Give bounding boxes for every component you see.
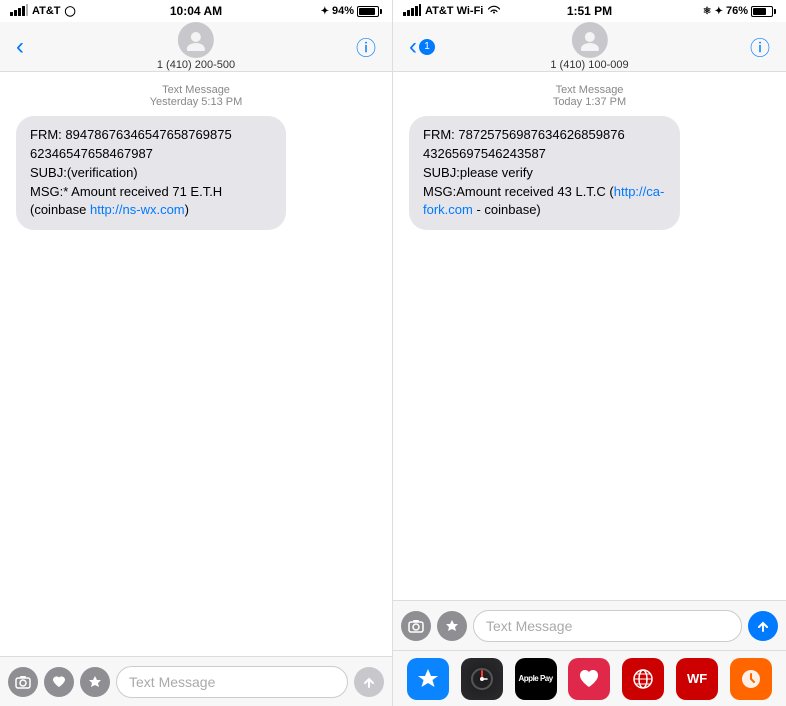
left-heartmsg-button[interactable] bbox=[44, 667, 74, 697]
dock-appstore-icon[interactable] bbox=[407, 658, 449, 700]
right-bubble-text: FRM: 78725756987634626859876 43265697546… bbox=[423, 127, 664, 217]
left-back-button[interactable]: ‹ bbox=[16, 33, 24, 61]
left-send-button[interactable] bbox=[354, 667, 384, 697]
right-nav-center: 1 (410) 100-009 bbox=[550, 22, 628, 71]
dock-applepay-icon[interactable]: Apple Pay bbox=[515, 658, 557, 700]
left-message-bubble: FRM: 89478676346547658769875 62346547658… bbox=[16, 116, 286, 230]
left-nav-bar: ‹ 1 (410) 200-500 ⓘ bbox=[0, 22, 392, 72]
right-wifi-icon bbox=[487, 5, 501, 18]
battery-icon bbox=[357, 6, 382, 17]
right-back-group: ‹ 1 bbox=[409, 33, 435, 61]
bluetooth-icon: ✦ bbox=[321, 6, 329, 17]
right-msg-time: Today 1:37 PM bbox=[409, 96, 770, 108]
right-status-carrier: AT&T Wi-Fi bbox=[403, 4, 501, 19]
left-msg-time: Yesterday 5:13 PM bbox=[16, 96, 376, 108]
right-battery-pct: 76% bbox=[726, 5, 748, 17]
left-status-carrier: AT&T ◯ bbox=[10, 4, 76, 19]
right-msg-type: Text Message bbox=[409, 84, 770, 96]
left-phone-panel: AT&T ◯ 10:04 AM ✦ 94% ‹ bbox=[0, 0, 393, 706]
right-status-bar: AT&T Wi-Fi 1:51 PM ⚛ ✦ 76% bbox=[393, 0, 786, 22]
right-time: 1:51 PM bbox=[567, 4, 612, 18]
right-message-area: Text Message Today 1:37 PM FRM: 78725756… bbox=[393, 72, 786, 600]
right-nav-bar: ‹ 1 1 (410) 100-009 ⓘ bbox=[393, 22, 786, 72]
dock-extra-icon[interactable] bbox=[730, 658, 772, 700]
left-text-input[interactable]: Text Message bbox=[116, 666, 348, 698]
left-status-bar: AT&T ◯ 10:04 AM ✦ 94% bbox=[0, 0, 392, 22]
right-text-input[interactable]: Text Message bbox=[473, 610, 742, 642]
left-phone-number: 1 (410) 200-500 bbox=[157, 59, 235, 71]
wf-label: WF bbox=[687, 671, 707, 686]
right-carrier-label: AT&T Wi-Fi bbox=[425, 5, 483, 17]
dock-wf-icon[interactable]: WF bbox=[676, 658, 718, 700]
right-badge: 1 bbox=[419, 39, 435, 55]
left-timestamp: Text Message Yesterday 5:13 PM bbox=[16, 84, 376, 108]
right-send-button[interactable] bbox=[748, 611, 778, 641]
left-info-button[interactable]: ⓘ bbox=[356, 32, 376, 61]
right-input-placeholder: Text Message bbox=[486, 618, 572, 634]
left-appstore-button[interactable] bbox=[80, 667, 110, 697]
left-carrier-label: AT&T bbox=[32, 5, 61, 17]
applepay-label: Apple Pay bbox=[519, 674, 553, 683]
right-link[interactable]: http://ca-fork.com bbox=[423, 184, 664, 218]
left-time: 10:04 AM bbox=[170, 4, 222, 18]
right-phone-number: 1 (410) 100-009 bbox=[550, 59, 628, 71]
right-appstore-button[interactable] bbox=[437, 611, 467, 641]
left-status-right: ✦ 94% bbox=[321, 5, 382, 17]
wifi-icon: ◯ bbox=[65, 6, 76, 17]
right-info-button[interactable]: ⓘ bbox=[750, 32, 770, 61]
left-contact-avatar bbox=[178, 22, 214, 58]
dock-globe-icon[interactable] bbox=[622, 658, 664, 700]
right-message-bubble: FRM: 78725756987634626859876 43265697546… bbox=[409, 116, 680, 230]
right-input-bar: Text Message bbox=[393, 600, 786, 650]
left-input-placeholder: Text Message bbox=[129, 674, 215, 690]
left-link[interactable]: http://ns-wx.com bbox=[90, 202, 185, 217]
right-signal-dots-icon bbox=[403, 4, 421, 19]
right-app-dock: Apple Pay WF bbox=[393, 650, 786, 706]
left-message-area: Text Message Yesterday 5:13 PM FRM: 8947… bbox=[0, 72, 392, 656]
left-bubble-text: FRM: 89478676346547658769875 62346547658… bbox=[30, 127, 232, 217]
signal-dots-icon bbox=[10, 4, 28, 19]
right-bt-icon: ⚛ bbox=[703, 6, 712, 17]
left-input-bar: Text Message bbox=[0, 656, 392, 706]
right-timestamp: Text Message Today 1:37 PM bbox=[409, 84, 770, 108]
left-back-chevron: ‹ bbox=[16, 33, 24, 61]
left-msg-type: Text Message bbox=[16, 84, 376, 96]
left-nav-center: 1 (410) 200-500 bbox=[157, 22, 235, 71]
right-camera-button[interactable] bbox=[401, 611, 431, 641]
right-status-right: ⚛ ✦ 76% bbox=[703, 5, 776, 17]
right-back-button[interactable]: ‹ bbox=[409, 33, 417, 61]
right-wifi-status-icon: ✦ bbox=[715, 6, 723, 17]
left-battery-pct: 94% bbox=[332, 5, 354, 17]
right-phone-panel: AT&T Wi-Fi 1:51 PM ⚛ ✦ 76% bbox=[393, 0, 786, 706]
dock-heart-icon[interactable] bbox=[568, 658, 610, 700]
left-camera-button[interactable] bbox=[8, 667, 38, 697]
right-battery-icon bbox=[751, 6, 776, 17]
dock-activity-icon[interactable] bbox=[461, 658, 503, 700]
right-contact-avatar bbox=[572, 22, 608, 58]
